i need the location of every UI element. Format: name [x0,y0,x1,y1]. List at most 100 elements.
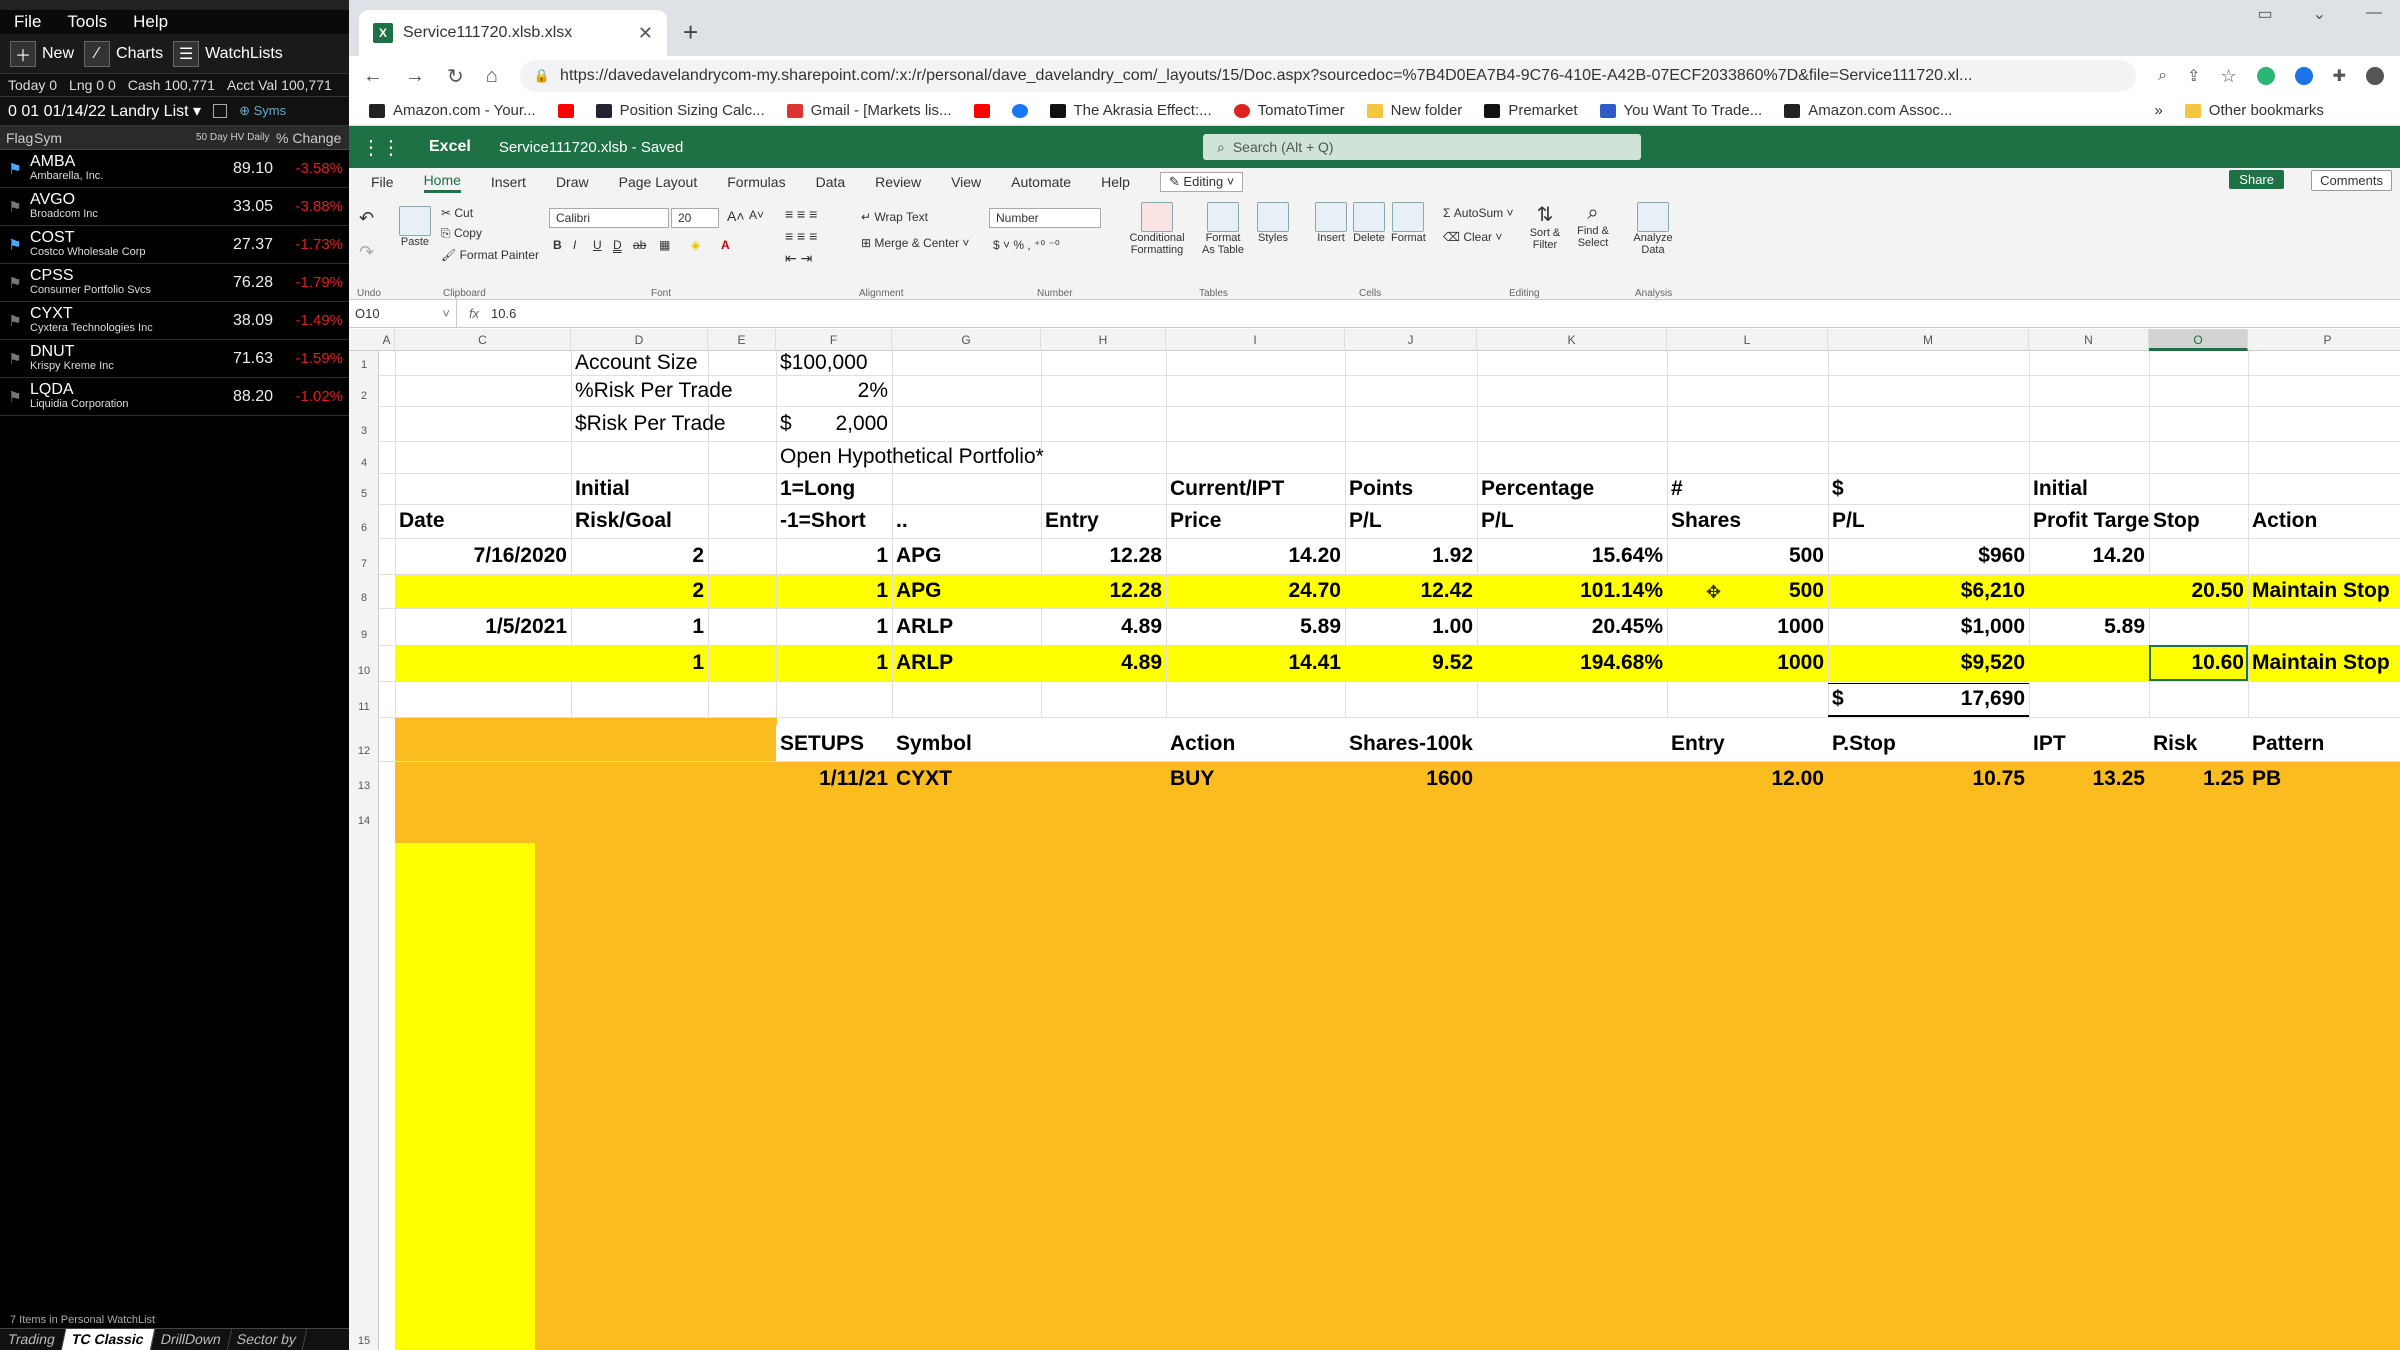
fx-icon[interactable]: fx [457,306,491,321]
flag-icon[interactable]: ⚑ [0,160,30,178]
column-header-a[interactable]: A [379,329,395,351]
cell-m8[interactable]: $6,210 [1828,574,2029,608]
tab-home[interactable]: Home [423,172,461,193]
row-header-3[interactable]: 3 [349,425,379,437]
cell-h7[interactable]: 12.28 [1041,538,1166,574]
strikethrough-button[interactable]: ab [633,238,646,252]
cell-g13[interactable]: CYXT [892,761,956,796]
column-header-k[interactable]: K [1477,329,1667,351]
cell-i7[interactable]: 14.20 [1166,538,1345,574]
cell-m9[interactable]: $1,000 [1828,608,2029,645]
url-field[interactable]: 🔒 https://davedavelandrycom-my.sharepoin… [519,60,2137,92]
tab-review[interactable]: Review [875,174,921,190]
cell-m7[interactable]: $960 [1828,538,2029,574]
col-hv[interactable]: 50 Day HV Daily [196,132,276,143]
cell-o12[interactable]: Risk [2149,727,2201,761]
menu-tools[interactable]: Tools [67,12,107,32]
row-header-5[interactable]: 5 [349,488,379,500]
cell-f3b[interactable]: 2,000 [776,406,892,441]
column-header-f[interactable]: F [776,329,892,351]
flag-icon[interactable]: ⚑ [0,350,30,368]
col-change[interactable]: % Change [276,130,346,146]
app-name[interactable]: Excel [429,138,471,156]
currency-icon[interactable]: $ ˅ % , ⁺⁰ ⁻⁰ [993,238,1060,252]
cell-d2[interactable]: %Risk Per Trade [571,375,737,406]
cell-i5[interactable]: Current/IPT [1166,473,1288,504]
cell-d7[interactable]: 2 [571,538,708,574]
sort-filter-button[interactable]: ⇅ Sort & Filter [1525,202,1565,251]
profile-icon[interactable]: ▭ [2257,4,2272,24]
row-header-15[interactable]: 15 [349,1335,379,1347]
bookmark-you-want-to-trade[interactable]: You Want To Trade... [1599,102,1762,119]
cell-d10[interactable]: 1 [571,645,708,681]
editing-mode-button[interactable]: ✎ Editing ˅ [1159,172,1244,192]
cell-i6[interactable]: Price [1166,504,1225,538]
cell-f4[interactable]: Open Hypothetical Portfolio* [776,441,1048,473]
row-header-10[interactable]: 10 [349,665,379,677]
font-size-select[interactable]: 20 [671,208,719,228]
tab-file[interactable]: File [371,174,394,190]
row-header-11[interactable]: 11 [349,701,379,713]
cell-l8[interactable]: 500 [1667,574,1828,608]
flag-icon[interactable]: ⚑ [0,312,30,330]
cell-m10[interactable]: $9,520 [1828,645,2029,681]
indent-icon[interactable]: ⇤ ⇥ [785,250,812,267]
star-icon[interactable]: ☆ [2220,66,2236,87]
cell-g12[interactable]: Symbol [892,727,976,761]
column-header-c[interactable]: C [395,329,571,351]
watchlist-row[interactable]: ⚑ CPSS Consumer Portfolio Svcs 76.28 -1.79% [0,264,349,302]
cell-i13[interactable]: BUY [1166,761,1218,796]
bookmark-amazon-assoc[interactable]: Amazon.com Assoc... [1784,102,1952,119]
watchlist-row[interactable]: ⚑ LQDA Liquidia Corporation 88.20 -1.02% [0,378,349,416]
cell-c9[interactable]: 1/5/2021 [395,608,571,645]
cell-j8[interactable]: 12.42 [1345,574,1477,608]
column-header-o[interactable]: O [2149,329,2248,351]
back-icon[interactable]: ← [363,65,383,88]
forward-icon[interactable]: → [405,65,425,88]
paste-button[interactable]: Paste [399,206,431,248]
bookmark-facebook[interactable] [1011,103,1028,118]
cell-f7[interactable]: 1 [776,538,892,574]
row-header-12[interactable]: 12 [349,745,379,757]
cut-button[interactable]: ✂ Cut [441,206,473,220]
grow-font-icon[interactable]: A˄ [727,208,745,224]
app-launcher-icon[interactable]: ⋮⋮ [361,135,401,160]
new-button[interactable]: ＋ New [10,40,74,67]
cell-j5[interactable]: Points [1345,473,1417,504]
syms-button[interactable]: ⊕ Syms [239,103,286,119]
cell-d9[interactable]: 1 [571,608,708,645]
cell-i8[interactable]: 24.70 [1166,574,1345,608]
format-cells-button[interactable]: Format [1391,202,1426,244]
undo-icon[interactable]: ↶ [359,208,374,229]
autosum-button[interactable]: Σ AutoSum ˅ [1443,206,1513,220]
tab-help[interactable]: Help [1101,174,1130,190]
cell-d6[interactable]: Risk/Goal [571,504,676,538]
conditional-formatting-button[interactable]: Conditional Formatting [1123,202,1191,256]
cell-f6[interactable]: -1=Short [776,504,870,538]
double-underline-button[interactable]: D [613,238,622,252]
new-tab-icon[interactable]: + [683,17,698,48]
cell-l6[interactable]: Shares [1667,504,1745,538]
watchlist-row[interactable]: ⚑ AVGO Broadcom Inc 33.05 -3.88% [0,188,349,226]
spreadsheet-grid[interactable]: ACDEFGHIJKLMNOP 1 2 3 4 5 6 7 8 9 10 11 12 13 14 15 Ac… [349,329,2400,1350]
copy-button[interactable]: ⎘ Copy [441,226,482,241]
cell-d8[interactable]: 2 [571,574,708,608]
watchlist-row[interactable]: ⚑ DNUT Krispy Kreme Inc 71.63 -1.59% [0,340,349,378]
cell-m12[interactable]: P.Stop [1828,727,1900,761]
search-box[interactable]: ⌕ Search (Alt + Q) [1203,134,1641,160]
cell-h6[interactable]: Entry [1041,504,1103,538]
flag-icon[interactable]: ⚑ [0,274,30,292]
close-icon[interactable]: ✕ [638,23,653,44]
tab-automate[interactable]: Automate [1011,174,1071,190]
cell-p6[interactable]: Action [2248,504,2321,538]
cell-d1[interactable]: Account Size [571,351,702,375]
borders-icon[interactable]: ▦ [659,238,670,252]
row-header-9[interactable]: 9 [349,629,379,641]
cell-l5[interactable]: # [1667,473,1687,504]
redo-icon[interactable]: ↷ [359,242,374,263]
cell-f2[interactable]: 2% [776,375,892,406]
home-icon[interactable]: ⌂ [486,65,498,88]
column-header-n[interactable]: N [2029,329,2149,351]
tab-formulas[interactable]: Formulas [727,174,785,190]
watchlist-selector[interactable]: 0 01 01/14/22 Landry List ▾ ⊕ Syms [0,96,349,126]
